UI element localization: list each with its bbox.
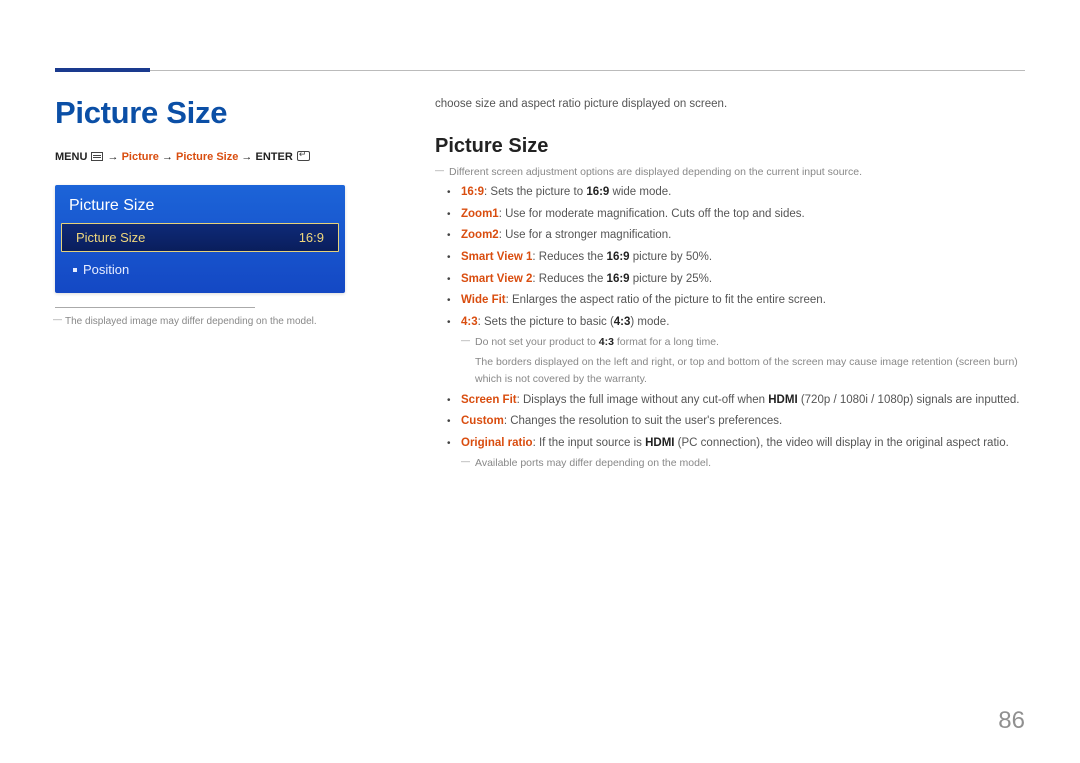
breadcrumb: MENU → Picture → Picture Size → ENTER xyxy=(55,151,395,163)
osd-title: Picture Size xyxy=(55,195,345,223)
intro-text: choose size and aspect ratio picture dis… xyxy=(435,95,1025,115)
list-item: Screen Fit: Displays the full image with… xyxy=(447,391,1025,411)
breadcrumb-picture: Picture xyxy=(122,151,159,163)
body: ) mode. xyxy=(630,316,669,328)
section-note: Different screen adjustment options are … xyxy=(435,164,1025,181)
body: : Sets the picture to basic ( xyxy=(478,316,614,328)
term: HDMI xyxy=(768,394,797,406)
term: HDMI xyxy=(645,437,674,449)
osd-row-label: Picture Size xyxy=(76,230,145,245)
header-rule xyxy=(55,70,1025,71)
list-item: 4:3: Sets the picture to basic (4:3) mod… xyxy=(447,313,1025,333)
footnote-text: The displayed image may differ depending… xyxy=(55,314,395,329)
term: Custom xyxy=(461,415,504,427)
ports-note: Available ports may differ depending on … xyxy=(461,455,1025,472)
breadcrumb-picture-size: Picture Size xyxy=(176,151,238,163)
osd-row-picture-size[interactable]: Picture Size 16:9 xyxy=(61,223,339,252)
body: : Use for a stronger magnification. xyxy=(499,229,672,241)
term: 16:9 xyxy=(461,186,484,198)
term: Wide Fit xyxy=(461,294,506,306)
list-item: Wide Fit: Enlarges the aspect ratio of t… xyxy=(447,291,1025,311)
term: 4:3 xyxy=(599,336,614,348)
breadcrumb-arrow: → xyxy=(162,151,173,163)
term: 4:3 xyxy=(614,316,631,328)
term: Smart View 2 xyxy=(461,273,532,285)
body: picture by 25%. xyxy=(630,273,712,285)
warning-43-note: Do not set your product to 4:3 format fo… xyxy=(461,334,1025,351)
osd-panel: Picture Size Picture Size 16:9 Position xyxy=(55,185,345,293)
body: (PC connection), the video will display … xyxy=(674,437,1008,449)
term: Original ratio xyxy=(461,437,533,449)
term: 16:9 xyxy=(607,273,630,285)
list-item: Custom: Changes the resolution to suit t… xyxy=(447,412,1025,432)
osd-row-value: 16:9 xyxy=(299,230,324,245)
term: 16:9 xyxy=(607,251,630,263)
body: : Displays the full image without any cu… xyxy=(517,394,769,406)
body: : Reduces the xyxy=(532,251,606,263)
options-list-2: Screen Fit: Displays the full image with… xyxy=(447,391,1025,454)
term: 4:3 xyxy=(461,316,478,328)
breadcrumb-enter: ENTER xyxy=(255,151,292,163)
osd-sub-label: Position xyxy=(83,262,129,277)
enter-icon xyxy=(297,151,310,161)
term: 16:9 xyxy=(586,186,609,198)
page-number: 86 xyxy=(998,707,1025,735)
list-item: Zoom2: Use for a stronger magnification. xyxy=(447,226,1025,246)
list-item: Smart View 1: Reduces the 16:9 picture b… xyxy=(447,248,1025,268)
body: : Enlarges the aspect ratio of the pictu… xyxy=(506,294,826,306)
breadcrumb-arrow: → xyxy=(241,151,252,163)
menu-icon xyxy=(91,152,103,161)
list-item: Smart View 2: Reduces the 16:9 picture b… xyxy=(447,270,1025,290)
body: (720p / 1080i / 1080p) signals are input… xyxy=(798,394,1020,406)
body: : If the input source is xyxy=(533,437,646,449)
term: Zoom1 xyxy=(461,208,499,220)
breadcrumb-arrow: → xyxy=(108,151,119,163)
section-title: Picture Size xyxy=(435,135,1025,158)
osd-row-position[interactable]: Position xyxy=(55,252,345,283)
body: picture by 50%. xyxy=(630,251,712,263)
list-item: Zoom1: Use for moderate magnification. C… xyxy=(447,205,1025,225)
body: : Changes the resolution to suit the use… xyxy=(504,415,782,427)
breadcrumb-menu: MENU xyxy=(55,151,87,163)
header-marker xyxy=(55,68,150,72)
body: : Sets the picture to xyxy=(484,186,586,198)
body: : Reduces the xyxy=(532,273,606,285)
term: Zoom2 xyxy=(461,229,499,241)
body: : Use for moderate magnification. Cuts o… xyxy=(499,208,805,220)
list-item: Original ratio: If the input source is H… xyxy=(447,434,1025,454)
dot-icon xyxy=(73,268,77,272)
page-title: Picture Size xyxy=(55,95,395,131)
term: Screen Fit xyxy=(461,394,517,406)
options-list: 16:9: Sets the picture to 16:9 wide mode… xyxy=(447,183,1025,332)
body: wide mode. xyxy=(609,186,671,198)
list-item: 16:9: Sets the picture to 16:9 wide mode… xyxy=(447,183,1025,203)
footnote-separator xyxy=(55,307,255,308)
term: Smart View 1 xyxy=(461,251,532,263)
warning-43-body: The borders displayed on the left and ri… xyxy=(475,354,1025,388)
